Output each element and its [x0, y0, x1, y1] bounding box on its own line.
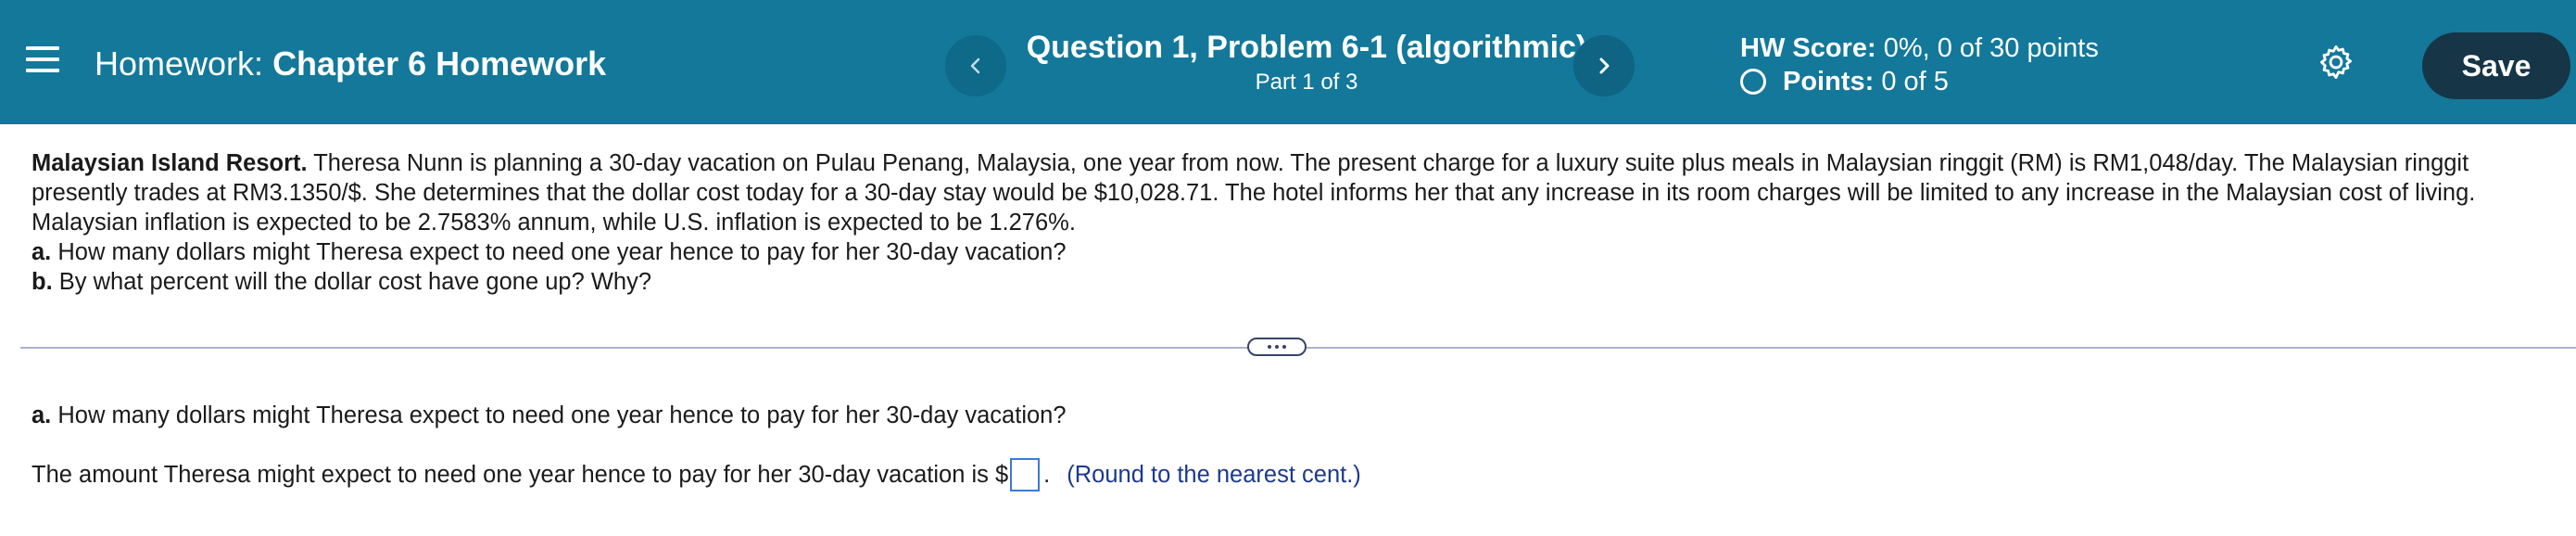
- homework-title-prefix: Homework:: [95, 45, 264, 83]
- answer-input[interactable]: [1010, 458, 1041, 491]
- question-b-label: b.: [32, 269, 53, 295]
- gear-icon[interactable]: [2317, 43, 2355, 82]
- hw-score: HW Score: 0%, 0 of 30 points: [1740, 32, 2099, 65]
- points-label: Points:: [1783, 67, 1875, 96]
- part-a-label: a.: [32, 402, 52, 428]
- question-b-text: By what percent will the dollar cost hav…: [52, 269, 652, 295]
- question-a-label: a.: [32, 239, 52, 265]
- answer-line: The amount Theresa might expect to need …: [32, 458, 1361, 491]
- hamburger-menu-icon[interactable]: [26, 46, 59, 78]
- problem-question-a: a. How many dollars might Theresa expect…: [32, 237, 2561, 267]
- ellipsis-icon: [1268, 345, 1271, 349]
- chevron-right-icon: [1599, 57, 1610, 74]
- answer-suffix: .: [1043, 462, 1051, 488]
- hw-score-value: 0%, 0 of 30 points: [1883, 33, 2099, 63]
- ellipsis-dot: [1282, 345, 1286, 349]
- hw-score-label: HW Score:: [1740, 33, 1876, 63]
- question-part: Part 1 of 3: [1255, 70, 1358, 95]
- expand-collapse-button[interactable]: [1247, 338, 1307, 356]
- problem-title: Malaysian Island Resort.: [32, 150, 308, 176]
- part-a-question: a. How many dollars might Theresa expect…: [32, 401, 1067, 430]
- question-a-text: How many dollars might Theresa expect to…: [51, 239, 1067, 265]
- homework-title: Homework: Chapter 6 Homework: [95, 45, 606, 83]
- points-status-circle-icon: [1740, 69, 1766, 95]
- question-title: Question 1, Problem 6-1 (algorithmic): [1026, 30, 1587, 65]
- next-question-button[interactable]: [1573, 35, 1635, 96]
- rounding-hint: (Round to the nearest cent.): [1067, 462, 1361, 488]
- save-button[interactable]: Save: [2422, 32, 2570, 99]
- part-a-text: How many dollars might Theresa expect to…: [51, 402, 1067, 428]
- problem-text-3: Malaysian inflation is expected to be 2.…: [32, 210, 1076, 236]
- problem-text-1: Theresa Nunn is planning a 30-day vacati…: [307, 150, 2469, 176]
- homework-name: Chapter 6 Homework: [272, 45, 607, 83]
- header-bar: Homework: Chapter 6 Homework Question 1,…: [0, 0, 2576, 124]
- points-value: 0 of 5: [1881, 67, 1949, 96]
- problem-text-2: presently trades at RM3.1350/$. She dete…: [32, 180, 2476, 206]
- problem-statement: Malaysian Island Resort. Theresa Nunn is…: [32, 148, 2561, 297]
- answer-prefix: The amount Theresa might expect to need …: [32, 462, 1009, 488]
- ellipsis-dot: [1275, 345, 1279, 349]
- problem-question-b: b. By what percent will the dollar cost …: [32, 267, 2561, 297]
- problem-line-1: Malaysian Island Resort. Theresa Nunn is…: [32, 148, 2561, 178]
- question-points: Points: 0 of 5: [1740, 65, 1949, 98]
